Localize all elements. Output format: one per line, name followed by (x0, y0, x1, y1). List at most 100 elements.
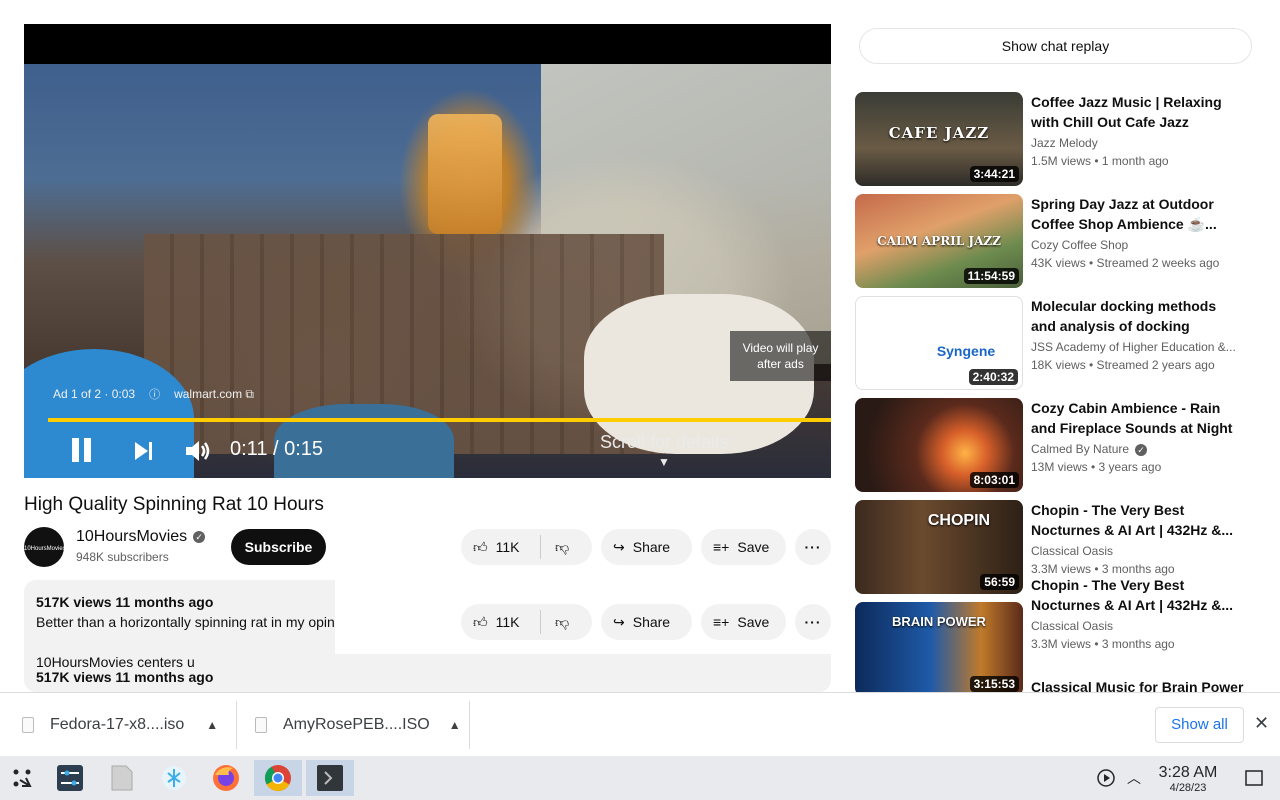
show-chat-replay-button[interactable]: Show chat replay (859, 28, 1252, 64)
recommendation-title[interactable]: Molecular docking methods and analysis o… (1031, 296, 1237, 336)
close-icon[interactable]: ✕ (1254, 713, 1269, 734)
recommendation-meta: 3.3M views • 3 months ago (1031, 562, 1175, 576)
recommendation-meta: 18K views • Streamed 2 years ago (1031, 358, 1215, 372)
more-actions-button-2[interactable]: ··· (795, 604, 831, 640)
clock[interactable]: 3:28 AM 4/28/23 (1150, 764, 1226, 794)
download-item[interactable]: Fedora-17-x8....iso ▲ (22, 693, 218, 757)
video-duration: 11:54:59 (963, 268, 1019, 284)
ad-info: Ad 1 of 2 · 0:03 ⓘ walmart.com ⧉ (53, 386, 254, 402)
show-desktop-icon[interactable] (1234, 760, 1274, 796)
app-launcher-icon[interactable] (2, 760, 42, 796)
dislike-button[interactable]: 👎︎ (541, 539, 569, 556)
time-display: 0:11 / 0:15 (230, 438, 324, 460)
info-icon[interactable]: ⓘ (149, 386, 160, 402)
file-icon (22, 717, 34, 733)
playlist-add-icon: ≡+ (713, 539, 730, 555)
dislike-button-2[interactable]: 👎︎ (541, 614, 569, 631)
description-text: Better than a horizontally spinning rat … (36, 614, 334, 630)
like-button[interactable]: 👍︎ 11K (461, 535, 541, 559)
scroll-hint-text: Scroll for details (599, 432, 729, 452)
progress-bar[interactable] (48, 418, 831, 422)
share-button[interactable]: ↪ Share (601, 529, 692, 565)
thumbs-up-icon: 👍︎ (473, 613, 488, 630)
video-thumbnail[interactable]: 8:03:01 (855, 398, 1023, 492)
recommendation-channel[interactable]: Classical Oasis (1031, 544, 1245, 558)
recommendation-item[interactable]: CALM APRIL JAZZ 11:54:59 Spring Day Jazz… (855, 194, 1245, 288)
save-button[interactable]: ≡+ Save (701, 529, 786, 565)
download-item[interactable]: AmyRosePEB....ISO ▲ (255, 693, 461, 757)
clock-time: 3:28 AM (1158, 764, 1218, 781)
recommendation-item[interactable]: BRAIN POWER 3:15:53 Chopin - The Very Be… (855, 575, 1245, 696)
recommendation-item[interactable]: CAFE JAZZ 3:44:21 Coffee Jazz Music | Re… (855, 92, 1245, 186)
verified-icon: ✓ (1135, 443, 1148, 456)
recommendation-title[interactable]: Spring Day Jazz at Outdoor Coffee Shop A… (1031, 194, 1237, 234)
thumbnail-text: CALM APRIL JAZZ (877, 234, 1001, 248)
channel-avatar[interactable]: 10HoursMovies (24, 527, 66, 567)
video-duration: 2:40:32 (968, 369, 1018, 385)
taskbar: ︿ 3:28 AM 4/28/23 (0, 756, 1280, 800)
download-filename: Fedora-17-x8....iso (50, 716, 185, 733)
chevron-up-icon[interactable]: ︿ (1114, 760, 1154, 796)
recommendation-item[interactable]: Syngene 2:40:32 Molecular docking method… (855, 296, 1245, 390)
like-dislike-group: 👍︎ 11K 👎︎ (461, 529, 592, 565)
skip-next-icon (135, 442, 152, 460)
file-icon (255, 717, 267, 733)
video-duration: 3:44:21 (969, 166, 1019, 182)
ad-label: Ad 1 of 2 · 0:03 (53, 387, 136, 401)
video-frame[interactable] (24, 64, 831, 478)
recommendation-meta: 43K views • Streamed 2 weeks ago (1031, 256, 1220, 270)
chevron-up-icon[interactable]: ▲ (449, 718, 461, 732)
recommendation-channel[interactable]: Cozy Coffee Shop (1031, 238, 1245, 252)
thumbnail-text: CHOPIN (927, 512, 991, 529)
recommendation-item[interactable]: 8:03:01 Cozy Cabin Ambience - Rain and F… (855, 398, 1245, 492)
show-all-downloads-button[interactable]: Show all (1155, 707, 1244, 743)
recommendation-channel[interactable]: Jazz Melody (1031, 136, 1245, 150)
pause-button[interactable] (70, 436, 94, 469)
firefox-icon[interactable] (206, 760, 246, 796)
video-thumbnail[interactable]: CALM APRIL JAZZ 11:54:59 (855, 194, 1023, 288)
save-button-2[interactable]: ≡+ Save (701, 604, 786, 640)
playlist-add-icon: ≡+ (713, 614, 730, 630)
terminal-icon[interactable] (306, 760, 354, 796)
file-manager-icon[interactable] (102, 760, 142, 796)
recommendation-title[interactable]: Coffee Jazz Music | Relaxing with Chill … (1031, 92, 1237, 132)
subscribe-button[interactable]: Subscribe (231, 529, 326, 565)
thumbs-up-icon: 👍︎ (473, 538, 488, 555)
video-player[interactable]: Ad 1 of 2 · 0:03 ⓘ walmart.com ⧉ Video w… (24, 24, 831, 478)
description-text-2: 10HoursMovies centers u (36, 654, 195, 670)
video-duration: 8:03:01 (969, 472, 1019, 488)
next-button[interactable] (132, 439, 156, 468)
recommendation-title[interactable]: Chopin - The Very Best Nocturnes & AI Ar… (1031, 575, 1237, 615)
more-actions-button[interactable]: ··· (795, 529, 831, 565)
downloads-bar: Fedora-17-x8....iso ▲ AmyRosePEB....ISO … (0, 692, 1280, 756)
share-icon: ↪ (613, 538, 625, 555)
video-scene-glass (428, 114, 502, 234)
video-thumbnail[interactable]: Syngene 2:40:32 (855, 296, 1023, 390)
description-views-2: 517K views 11 months ago (36, 669, 214, 685)
scroll-for-details[interactable]: Scroll for details ▼ (597, 432, 731, 469)
subscriber-count: 948K subscribers (76, 550, 169, 564)
recommendation-meta: 13M views • 3 years ago (1031, 460, 1162, 474)
video-title: High Quality Spinning Rat 10 Hours (24, 494, 324, 515)
recommendation-title[interactable]: Chopin - The Very Best Nocturnes & AI Ar… (1031, 500, 1237, 540)
share-button-2[interactable]: ↪ Share (601, 604, 692, 640)
recommendation-channel[interactable]: Classical Oasis (1031, 619, 1245, 633)
video-thumbnail[interactable]: BRAIN POWER 3:15:53 (855, 602, 1023, 696)
clock-date: 4/28/23 (1169, 782, 1207, 794)
chevron-up-icon[interactable]: ▲ (206, 718, 218, 732)
recommendation-meta: 1.5M views • 1 month ago (1031, 154, 1169, 168)
recommendation-channel[interactable]: JSS Academy of Higher Education &... (1031, 340, 1245, 354)
discover-icon[interactable] (154, 760, 194, 796)
recommendation-title[interactable]: Cozy Cabin Ambience - Rain and Fireplace… (1031, 398, 1237, 438)
channel-name[interactable]: 10HoursMovies ✓ (76, 528, 206, 546)
chrome-icon[interactable] (254, 760, 302, 796)
volume-button[interactable] (184, 438, 212, 469)
ad-link[interactable]: walmart.com ⧉ (174, 387, 254, 402)
description-views: 517K views 11 months ago (36, 594, 214, 610)
recommendation-channel[interactable]: Calmed By Nature ✓ (1031, 442, 1245, 456)
settings-mixer-icon[interactable] (50, 760, 90, 796)
like-button-2[interactable]: 👍︎ 11K (461, 610, 541, 634)
chevron-down-icon: ▼ (658, 455, 670, 469)
recommendation-meta: 3.3M views • 3 months ago (1031, 637, 1175, 651)
video-thumbnail[interactable]: CAFE JAZZ 3:44:21 (855, 92, 1023, 186)
